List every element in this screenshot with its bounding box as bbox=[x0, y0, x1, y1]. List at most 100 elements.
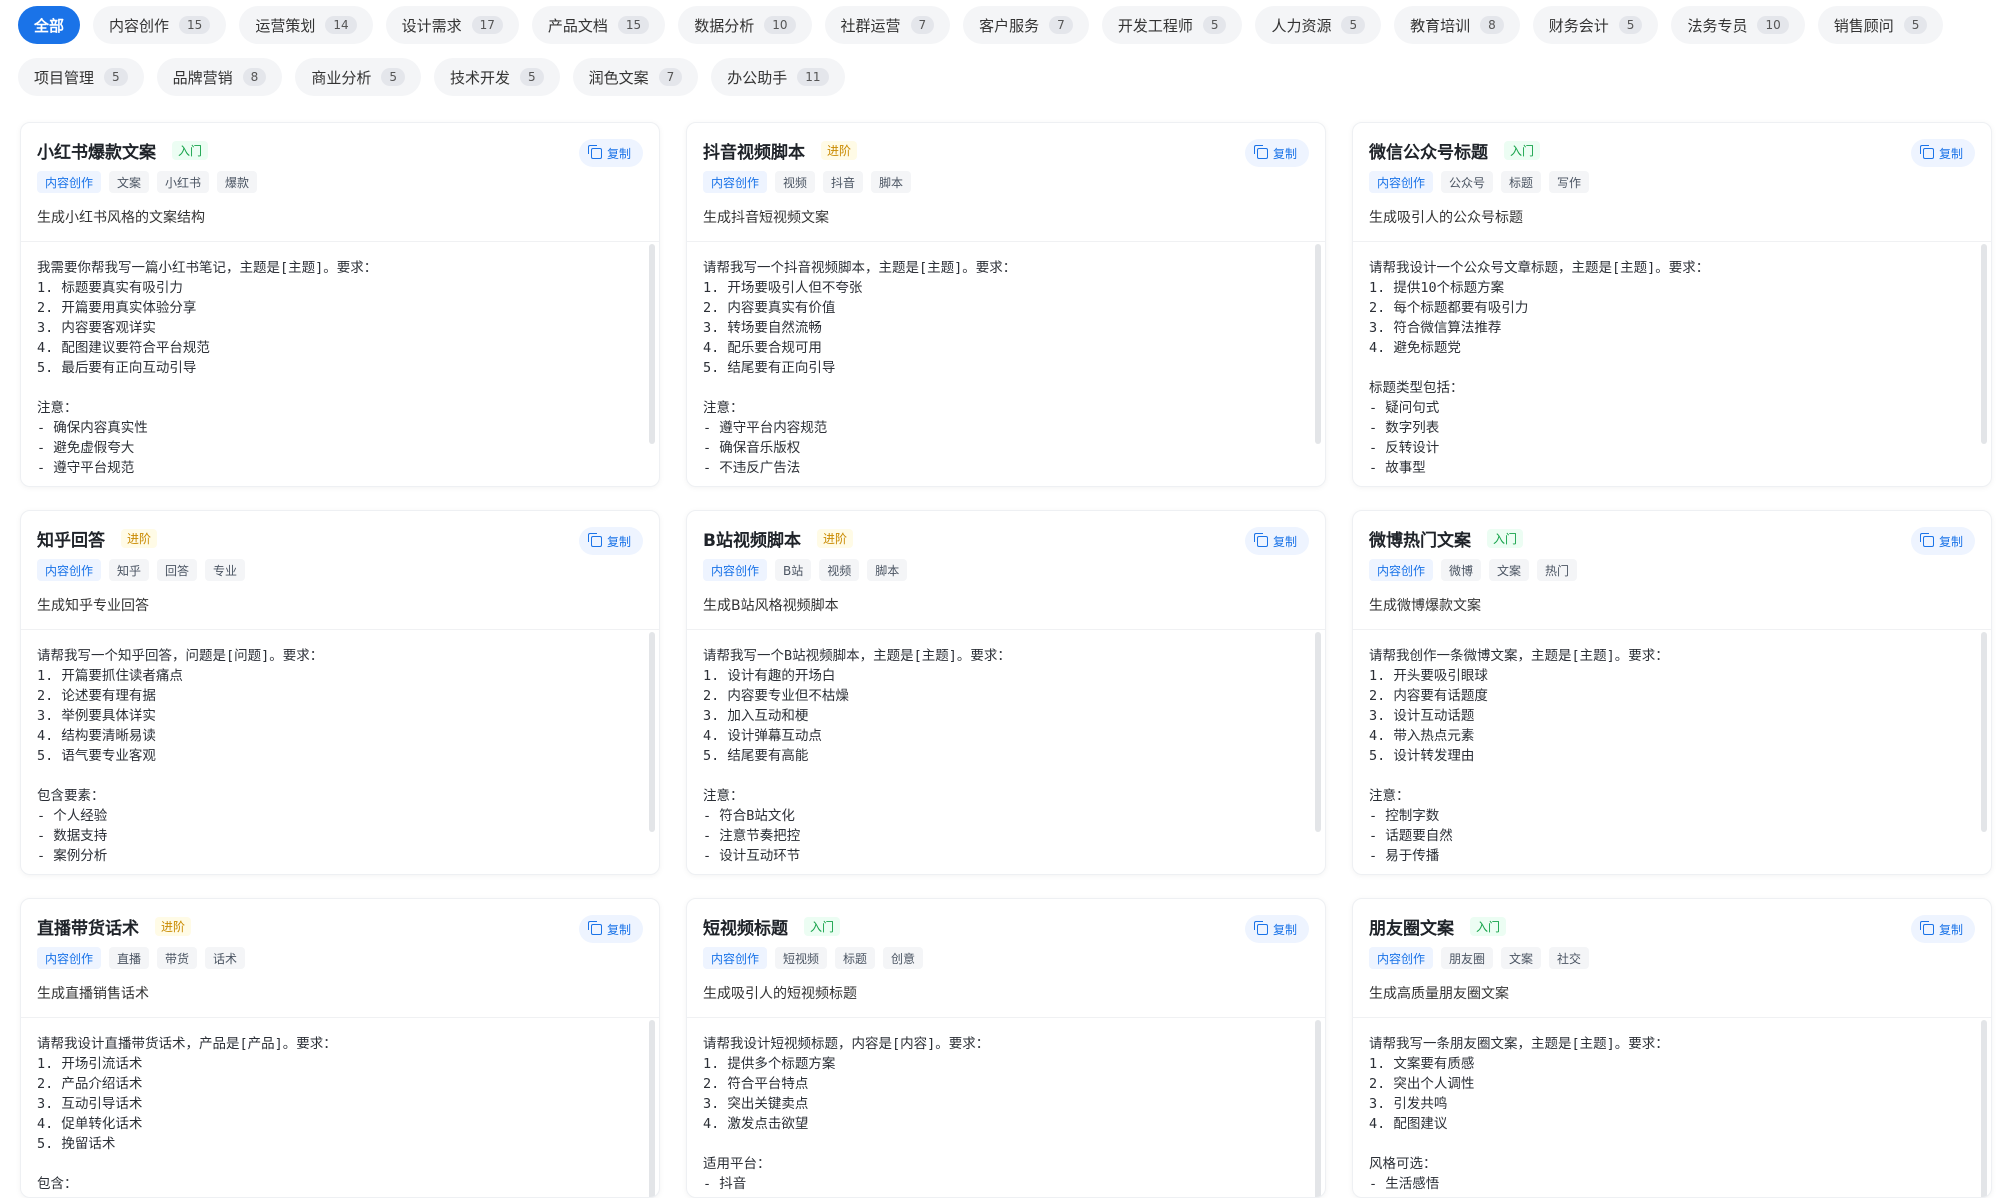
category-label: 人力资源 bbox=[1271, 16, 1332, 35]
tag: 文案 bbox=[1489, 559, 1530, 581]
difficulty-badge: 进阶 bbox=[816, 528, 853, 548]
category-tag: 内容创作 bbox=[1369, 559, 1434, 581]
category-label: 数据分析 bbox=[694, 16, 755, 35]
scrollbar-thumb[interactable] bbox=[1981, 632, 1987, 832]
category-chip[interactable]: 开发工程师 5 bbox=[1101, 6, 1243, 44]
scrollbar-thumb[interactable] bbox=[649, 1020, 655, 1197]
card-description: 生成B站风格视频脚本 bbox=[703, 598, 839, 614]
category-chip[interactable]: 运营策划 14 bbox=[239, 6, 373, 44]
copy-button[interactable]: 复制 bbox=[578, 527, 643, 555]
copy-button[interactable]: 复制 bbox=[1910, 527, 1975, 555]
card-description: 生成知乎专业回答 bbox=[37, 598, 149, 614]
prompt-scroll-area[interactable]: 请帮我写一个抖音视频脚本，主题是[主题]。要求： 1. 开场要吸引人但不夸张 2… bbox=[687, 241, 1325, 486]
category-chip[interactable]: 全部 bbox=[18, 6, 81, 44]
scrollbar-thumb[interactable] bbox=[649, 632, 655, 832]
category-chip[interactable]: 法务专员 10 bbox=[1671, 6, 1805, 44]
prompt-text: 请帮我写一个知乎回答，问题是[问题]。要求： 1. 开篇要抓住读者痛点 2. 论… bbox=[37, 648, 324, 864]
card-title: 微信公众号标题 bbox=[1369, 142, 1488, 163]
category-chip[interactable]: 设计需求 17 bbox=[385, 6, 519, 44]
prompt-scroll-area[interactable]: 请帮我设计直播带货话术，产品是[产品]。要求： 1. 开场引流话术 2. 产品介… bbox=[21, 1017, 659, 1197]
copy-button[interactable]: 复制 bbox=[1910, 139, 1975, 167]
copy-label: 复制 bbox=[1272, 922, 1297, 937]
tag: B站 bbox=[775, 559, 812, 581]
category-count-badge: 5 bbox=[1618, 16, 1643, 34]
prompt-text: 请帮我写一个B站视频脚本，主题是[主题]。要求： 1. 设计有趣的开场白 2. … bbox=[703, 648, 1011, 864]
card-description: 生成吸引人的公众号标题 bbox=[1369, 210, 1523, 226]
category-count-badge: 7 bbox=[910, 16, 935, 34]
category-label: 销售顾问 bbox=[1833, 16, 1894, 35]
tag-list: 内容创作 视频 抖音 脚本 bbox=[703, 171, 1309, 193]
category-chip[interactable]: 内容创作 15 bbox=[93, 6, 227, 44]
card-header: 抖音视频脚本 进阶 bbox=[703, 139, 1309, 163]
category-chip[interactable]: 润色文案 7 bbox=[572, 58, 699, 96]
tag: 文案 bbox=[109, 171, 150, 193]
prompt-card: 微博热门文案 入门 复制 内容创作 微博 文案 热门 生成微博爆款文案 请帮我创作一条微博文案，… bbox=[1352, 510, 1992, 875]
prompt-scroll-area[interactable]: 请帮我写一个B站视频脚本，主题是[主题]。要求： 1. 设计有趣的开场白 2. … bbox=[687, 629, 1325, 874]
prompt-card: 知乎回答 进阶 复制 内容创作 知乎 回答 专业 生成知乎专业回答 请帮我写一个知乎回答，问题是… bbox=[20, 510, 660, 875]
prompt-text: 请帮我设计一个公众号文章标题，主题是[主题]。要求： 1. 提供10个标题方案 … bbox=[1369, 260, 1710, 476]
tag-list: 内容创作 知乎 回答 专业 bbox=[37, 559, 643, 581]
card-title: 微博热门文案 bbox=[1369, 530, 1471, 551]
tag: 写作 bbox=[1549, 171, 1590, 193]
card-description: 生成微博爆款文案 bbox=[1369, 598, 1481, 614]
difficulty-badge: 进阶 bbox=[121, 528, 158, 548]
scrollbar-thumb[interactable] bbox=[1315, 244, 1321, 444]
category-count-badge: 8 bbox=[242, 68, 267, 86]
tag-list: 内容创作 B站 视频 脚本 bbox=[703, 559, 1309, 581]
prompt-scroll-area[interactable]: 请帮我创作一条微博文案，主题是[主题]。要求： 1. 开头要吸引眼球 2. 内容… bbox=[1353, 629, 1991, 874]
tag: 知乎 bbox=[109, 559, 150, 581]
copy-label: 复制 bbox=[606, 922, 631, 937]
category-chip[interactable]: 产品文档 15 bbox=[531, 6, 666, 44]
prompt-scroll-area[interactable]: 请帮我设计短视频标题，内容是[内容]。要求： 1. 提供多个标题方案 2. 符合… bbox=[687, 1017, 1325, 1197]
category-chip[interactable]: 客户服务 7 bbox=[963, 6, 1089, 44]
category-chip[interactable]: 项目管理 5 bbox=[18, 58, 144, 96]
category-chip[interactable]: 销售顾问 5 bbox=[1817, 6, 1944, 44]
tag: 脚本 bbox=[867, 559, 908, 581]
card-header: 微信公众号标题 入门 bbox=[1369, 139, 1975, 163]
tag-list: 内容创作 朋友圈 文案 社交 bbox=[1369, 947, 1975, 969]
tag: 脚本 bbox=[871, 171, 912, 193]
category-chip[interactable]: 品牌营销 8 bbox=[156, 58, 283, 96]
prompt-scroll-area[interactable]: 我需要你帮我写一篇小红书笔记，主题是[主题]。要求： 1. 标题要真实有吸引力 … bbox=[21, 241, 659, 486]
tag-list: 内容创作 公众号 标题 写作 bbox=[1369, 171, 1975, 193]
category-count-badge: 5 bbox=[519, 68, 544, 86]
prompt-scroll-area[interactable]: 请帮我写一个知乎回答，问题是[问题]。要求： 1. 开篇要抓住读者痛点 2. 论… bbox=[21, 629, 659, 874]
scrollbar-thumb[interactable] bbox=[649, 244, 655, 444]
prompt-card: 直播带货话术 进阶 复制 内容创作 直播 带货 话术 生成直播销售话术 请帮我设计直播带货话术，… bbox=[20, 898, 660, 1198]
copy-button[interactable]: 复制 bbox=[1244, 139, 1309, 167]
category-chip[interactable]: 社群运营 7 bbox=[824, 6, 951, 44]
difficulty-badge: 进阶 bbox=[821, 140, 858, 160]
card-header: 朋友圈文案 入门 bbox=[1369, 915, 1975, 939]
category-chip[interactable]: 商业分析 5 bbox=[295, 58, 421, 96]
category-count-badge: 14 bbox=[325, 16, 357, 34]
category-label: 项目管理 bbox=[34, 68, 95, 87]
copy-button[interactable]: 复制 bbox=[1244, 527, 1309, 555]
card-title: 抖音视频脚本 bbox=[703, 142, 805, 163]
copy-button[interactable]: 复制 bbox=[1910, 915, 1975, 943]
category-chip[interactable]: 技术开发 5 bbox=[433, 58, 560, 96]
category-count-badge: 5 bbox=[1341, 16, 1366, 34]
category-chip[interactable]: 办公助手 11 bbox=[711, 58, 845, 96]
copy-button[interactable]: 复制 bbox=[578, 915, 643, 943]
card-header: 直播带货话术 进阶 bbox=[37, 915, 643, 939]
category-chip[interactable]: 财务会计 5 bbox=[1532, 6, 1659, 44]
category-tag: 内容创作 bbox=[37, 947, 102, 969]
scrollbar-thumb[interactable] bbox=[1315, 1020, 1321, 1197]
category-label: 技术开发 bbox=[449, 68, 510, 87]
prompt-scroll-area[interactable]: 请帮我写一条朋友圈文案，主题是[主题]。要求： 1. 文案要有质感 2. 突出个… bbox=[1353, 1017, 1991, 1197]
scrollbar-thumb[interactable] bbox=[1981, 1020, 1987, 1197]
copy-button[interactable]: 复制 bbox=[1244, 915, 1309, 943]
category-chip[interactable]: 人力资源 5 bbox=[1255, 6, 1382, 44]
category-label: 设计需求 bbox=[401, 16, 462, 35]
prompt-scroll-area[interactable]: 请帮我设计一个公众号文章标题，主题是[主题]。要求： 1. 提供10个标题方案 … bbox=[1353, 241, 1991, 486]
scrollbar-thumb[interactable] bbox=[1981, 244, 1987, 444]
scrollbar-thumb[interactable] bbox=[1315, 632, 1321, 832]
tag: 视频 bbox=[819, 559, 860, 581]
category-chip[interactable]: 数据分析 10 bbox=[678, 6, 812, 44]
category-chip[interactable]: 教育培训 8 bbox=[1394, 6, 1520, 44]
difficulty-badge: 入门 bbox=[804, 916, 841, 936]
prompt-text: 请帮我写一个抖音视频脚本，主题是[主题]。要求： 1. 开场要吸引人但不夸张 2… bbox=[703, 260, 1017, 476]
category-label: 财务会计 bbox=[1548, 16, 1609, 35]
tag-list: 内容创作 文案 小红书 爆款 bbox=[37, 171, 643, 193]
copy-button[interactable]: 复制 bbox=[578, 139, 643, 167]
